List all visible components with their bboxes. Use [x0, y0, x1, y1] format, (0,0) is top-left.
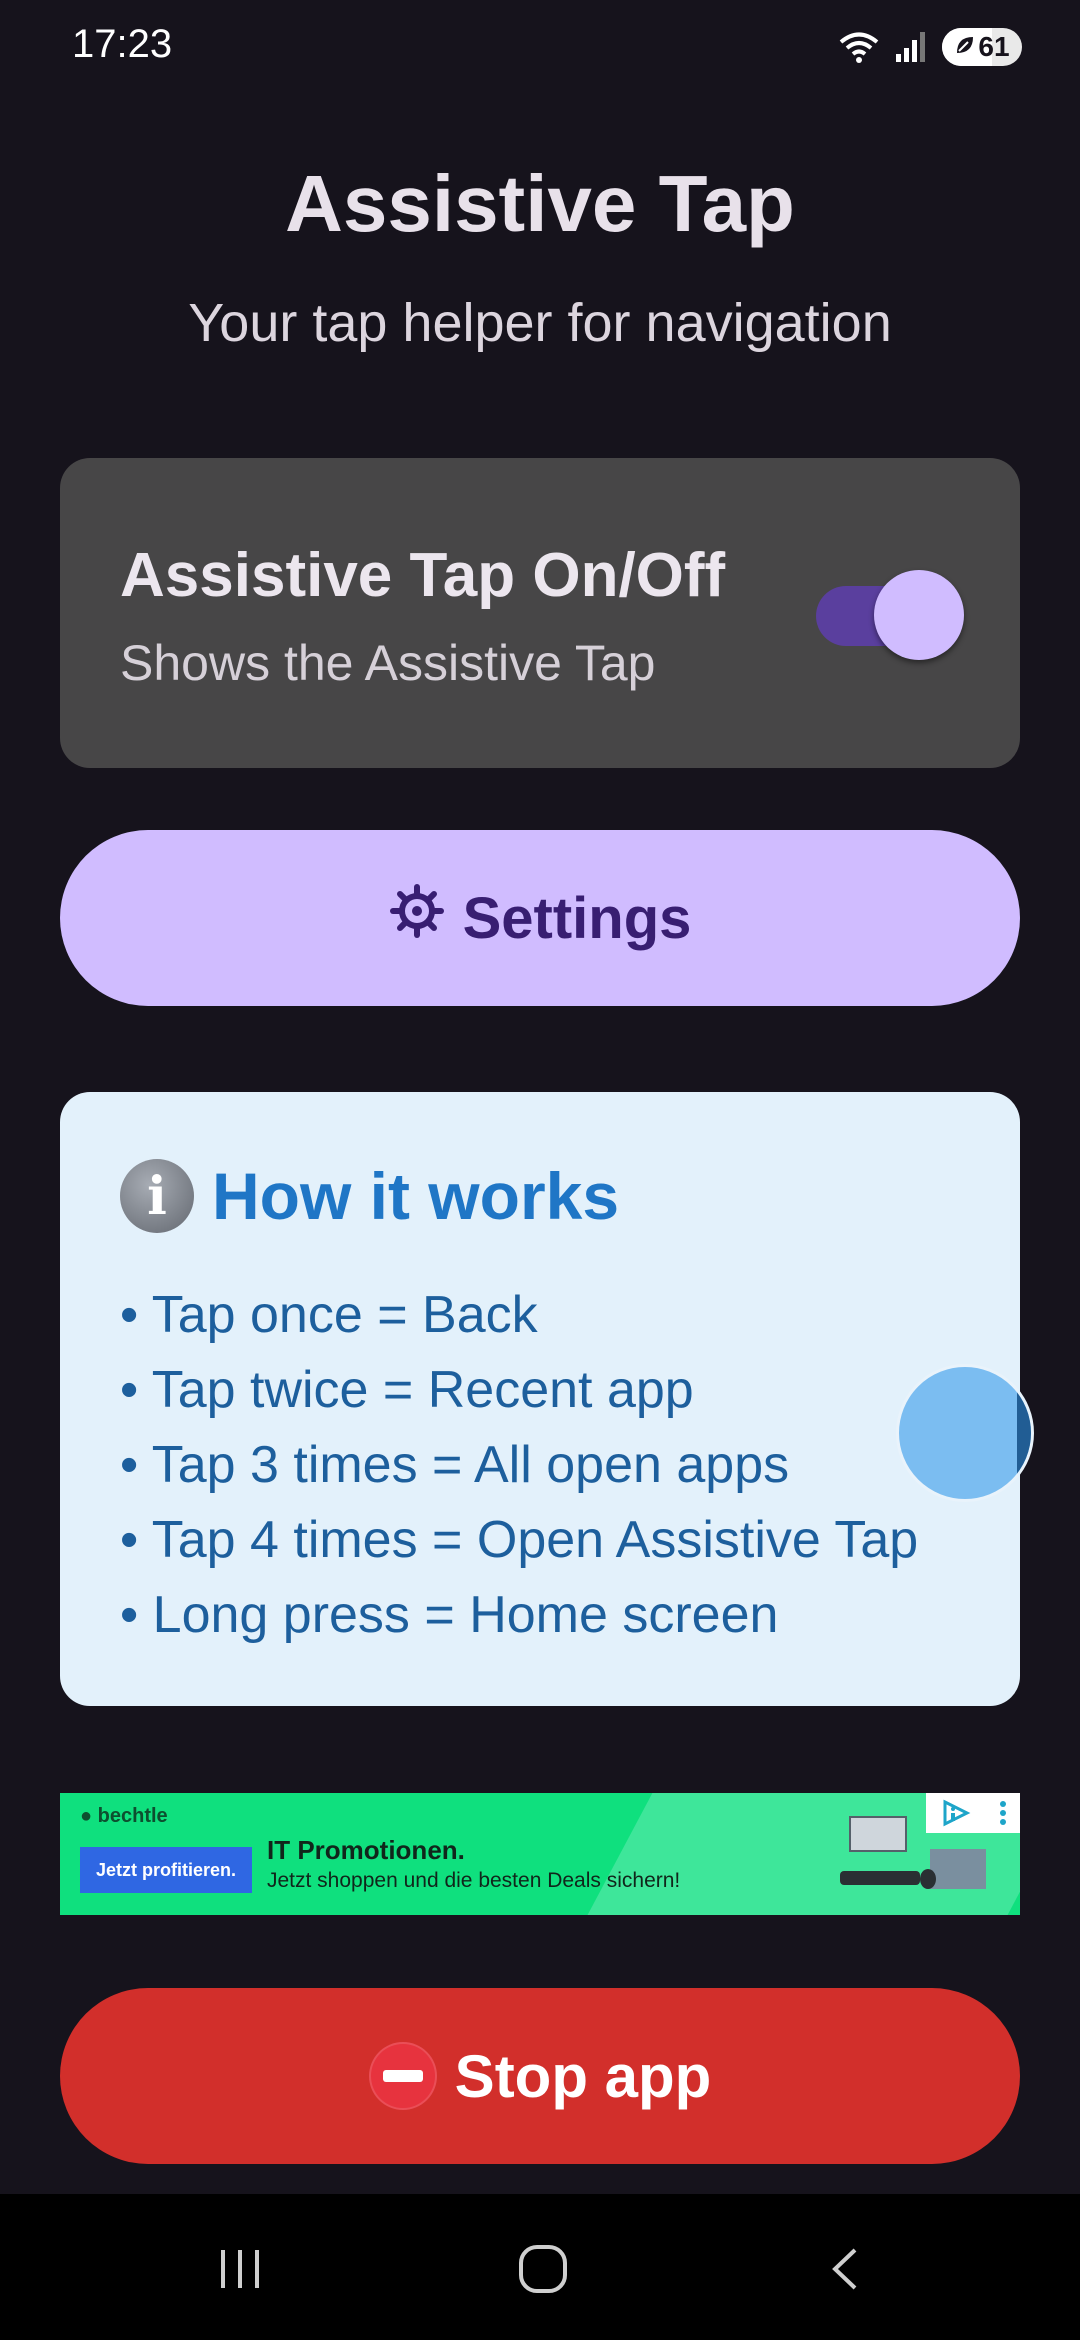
list-item: • Tap once = Back — [120, 1286, 538, 1344]
leaf-icon — [954, 31, 976, 63]
settings-button[interactable]: Settings — [60, 830, 1020, 1006]
info-header: i How it works — [120, 1158, 619, 1234]
info-title: How it works — [212, 1159, 620, 1233]
back-button[interactable] — [806, 2234, 886, 2304]
list-item: • Long press = Home screen — [120, 1586, 779, 1644]
ad-text: Jetzt shoppen und die besten Deals siche… — [267, 1869, 681, 1892]
page-subtitle: Your tap helper for navigation — [188, 293, 892, 353]
ad-cta-button[interactable]: Jetzt profitieren. — [80, 1847, 252, 1893]
status-bar: 17:23 61 — [0, 0, 1080, 96]
ad-brand: ● bechtle — [80, 1805, 168, 1827]
battery-level: 61 — [978, 31, 1010, 62]
wifi-icon — [838, 29, 880, 65]
stop-app-button[interactable]: Stop app — [60, 1988, 1020, 2164]
assistive-tap-floating-button[interactable] — [896, 1364, 1034, 1502]
info-icon: i — [120, 1159, 194, 1233]
system-nav-bar — [0, 2194, 1080, 2340]
instructions-list: • Tap once = Back • Tap twice = Recent a… — [120, 1278, 918, 1653]
toggle-card: Assistive Tap On/Off Shows the Assistive… — [60, 458, 1020, 768]
no-entry-icon — [368, 2042, 437, 2110]
signal-icon — [894, 30, 928, 64]
ad-headline: IT Promotionen. — [267, 1835, 465, 1865]
assistive-tap-switch[interactable] — [816, 564, 968, 662]
recents-button[interactable] — [200, 2234, 280, 2304]
list-item: • Tap 3 times = All open apps — [120, 1436, 790, 1494]
page-title: Assistive Tap — [285, 159, 795, 248]
status-icons: 61 — [838, 28, 1022, 66]
ad-choices-icon[interactable] — [926, 1793, 1020, 1833]
toggle-title: Assistive Tap On/Off — [120, 541, 726, 610]
gear-icon — [389, 883, 445, 953]
settings-label: Settings — [462, 885, 692, 951]
list-item: • Tap 4 times = Open Assistive Tap — [120, 1511, 919, 1569]
home-button[interactable] — [503, 2234, 583, 2304]
battery-indicator: 61 — [942, 28, 1022, 66]
status-time: 17:23 — [72, 22, 173, 66]
toggle-description: Shows the Assistive Tap — [120, 635, 656, 691]
how-it-works-card: i How it works • Tap once = Back • Tap t… — [60, 1092, 1020, 1706]
switch-thumb — [874, 570, 964, 660]
stop-app-label: Stop app — [454, 2042, 712, 2110]
list-item: • Tap twice = Recent app — [120, 1361, 694, 1419]
ad-banner[interactable]: ● bechtle Jetzt profitieren. IT Promotio… — [60, 1793, 1020, 1915]
